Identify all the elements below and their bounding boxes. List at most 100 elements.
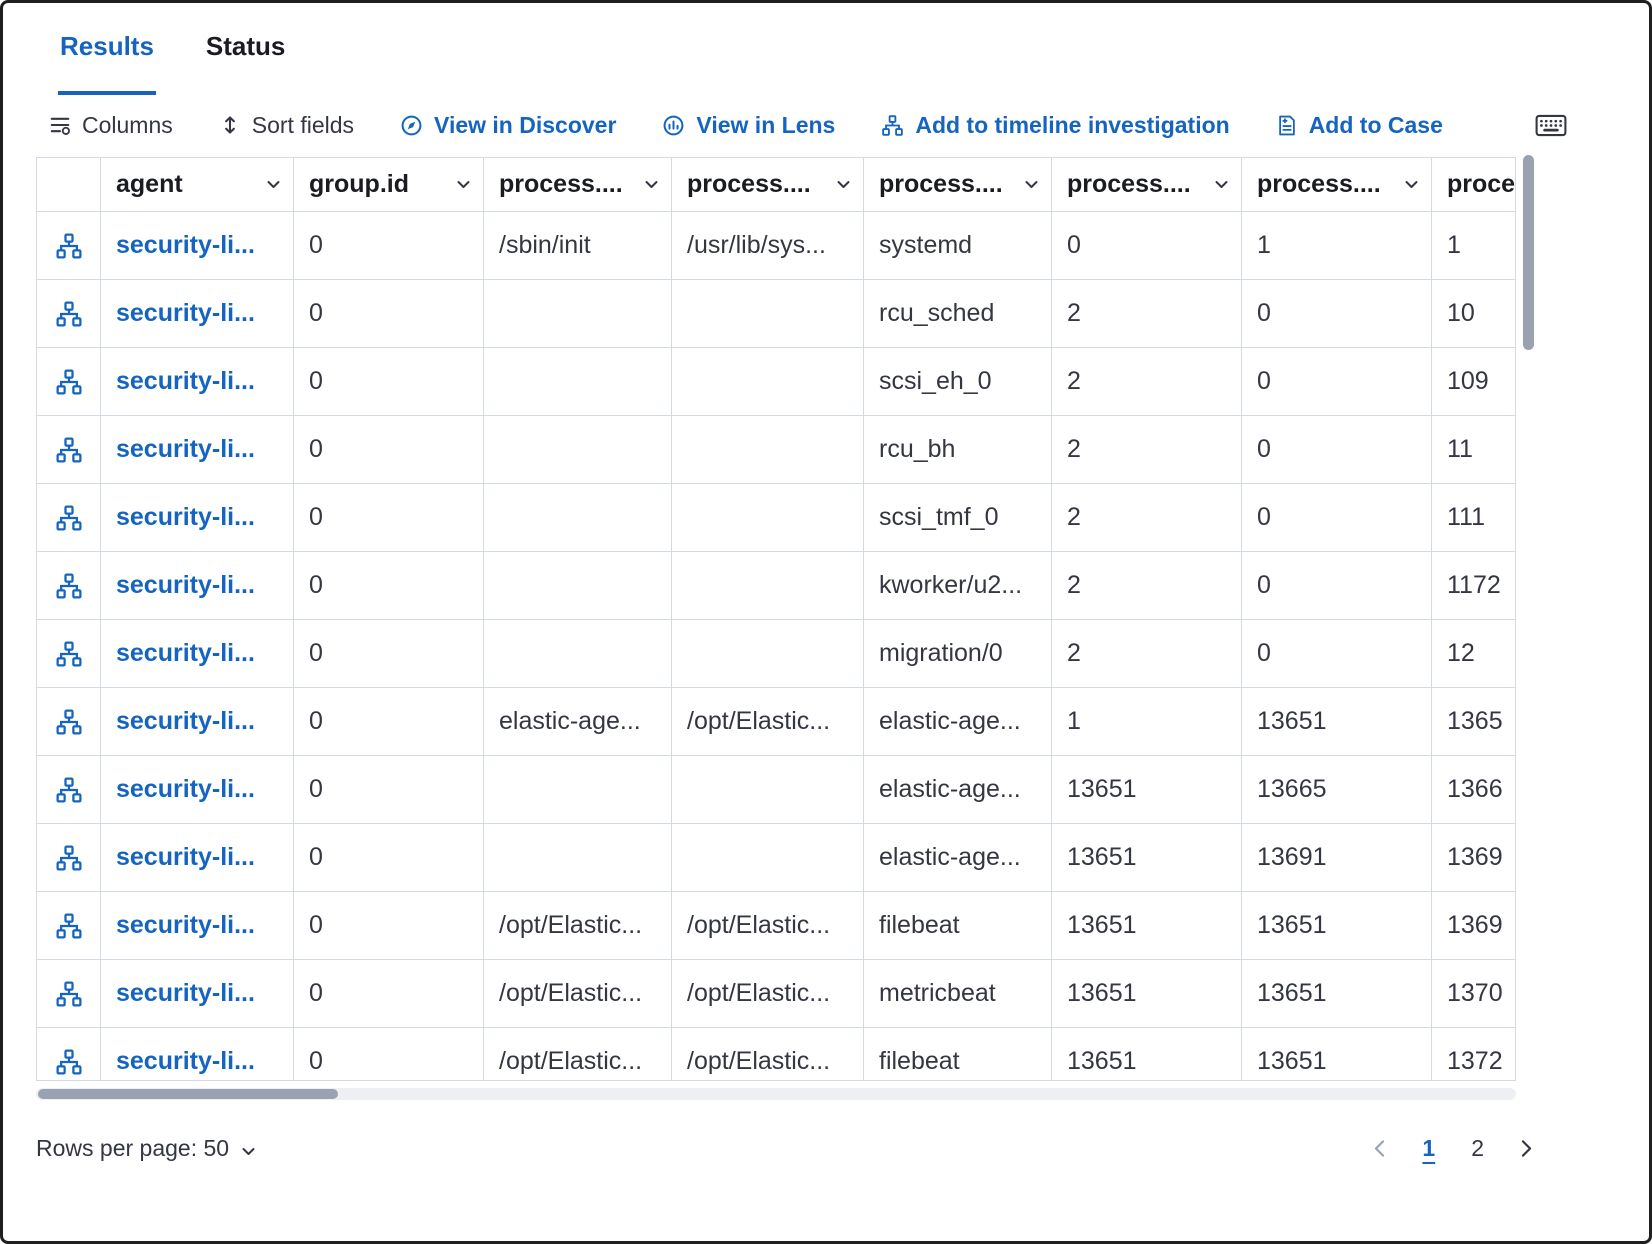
value-cell: 0 [294, 620, 484, 688]
analyze-event-button[interactable] [37, 484, 101, 552]
column-header-process-2[interactable]: process.... [672, 158, 864, 212]
analyze-event-button[interactable] [37, 688, 101, 756]
value-cell: metricbeat [864, 960, 1052, 1028]
add-to-timeline-label: Add to timeline investigation [915, 112, 1229, 139]
value-cell: 2 [1052, 552, 1242, 620]
value-cell: elastic-age... [864, 824, 1052, 892]
agent-cell: security-li... [101, 416, 294, 484]
previous-page-button[interactable] [1373, 1139, 1386, 1158]
value-cell: 0 [294, 484, 484, 552]
agent-link[interactable]: security-li... [116, 911, 255, 939]
value-cell: 1369 [1432, 892, 1516, 960]
chevron-down-icon[interactable] [644, 180, 659, 189]
add-to-timeline-button[interactable]: Add to timeline investigation [881, 112, 1229, 139]
value-cell: 1369 [1432, 824, 1516, 892]
sort-fields-button[interactable]: Sort fields [219, 112, 354, 139]
page-1-button[interactable]: 1 [1422, 1135, 1435, 1162]
chevron-down-icon[interactable] [1214, 180, 1229, 189]
view-in-discover-label: View in Discover [434, 112, 616, 139]
chevron-down-icon[interactable] [836, 180, 851, 189]
column-header-process-5[interactable]: process.... [1242, 158, 1432, 212]
value-cell: elastic-age... [484, 688, 672, 756]
agent-link[interactable]: security-li... [116, 775, 255, 803]
analyze-event-button[interactable] [37, 552, 101, 620]
value-cell: elastic-age... [864, 756, 1052, 824]
columns-icon [49, 114, 71, 136]
agent-link[interactable]: security-li... [116, 639, 255, 667]
columns-button[interactable]: Columns [49, 112, 173, 139]
column-header-process-1[interactable]: process.... [484, 158, 672, 212]
horizontal-scrollbar-thumb[interactable] [38, 1089, 338, 1099]
agent-cell: security-li... [101, 1028, 294, 1081]
value-cell: /opt/Elastic... [672, 688, 864, 756]
value-cell: 1 [1432, 212, 1516, 280]
agent-link[interactable]: security-li... [116, 503, 255, 531]
value-cell: scsi_eh_0 [864, 348, 1052, 416]
value-cell: 1366 [1432, 756, 1516, 824]
add-to-case-button[interactable]: Add to Case [1276, 112, 1443, 139]
keyboard-shortcuts-button[interactable] [1535, 114, 1567, 137]
value-cell: 0 [1242, 280, 1432, 348]
page-2-button[interactable]: 2 [1471, 1135, 1484, 1162]
value-cell [672, 824, 864, 892]
column-label: agent [116, 170, 183, 199]
value-cell: 0 [294, 892, 484, 960]
agent-link[interactable]: security-li... [116, 435, 255, 463]
value-cell: 0 [294, 688, 484, 756]
rows-per-page-button[interactable]: Rows per page: 50 [36, 1135, 256, 1162]
analyze-event-button[interactable] [37, 212, 101, 280]
vertical-scrollbar-thumb[interactable] [1523, 155, 1534, 350]
chevron-down-icon[interactable] [456, 180, 471, 189]
vertical-scrollbar[interactable] [1523, 153, 1534, 1073]
analyze-event-button[interactable] [37, 348, 101, 416]
analyze-event-button[interactable] [37, 620, 101, 688]
column-header-agent[interactable]: agent [101, 158, 294, 212]
column-header-process-4[interactable]: process.... [1052, 158, 1242, 212]
chevron-down-icon[interactable] [1024, 180, 1039, 189]
agent-link[interactable]: security-li... [116, 843, 255, 871]
agent-link[interactable]: security-li... [116, 231, 255, 259]
agent-link[interactable]: security-li... [116, 571, 255, 599]
chevron-down-icon [241, 1135, 256, 1162]
value-cell [672, 280, 864, 348]
value-cell: 0 [294, 280, 484, 348]
value-cell: 0 [294, 960, 484, 1028]
agent-link[interactable]: security-li... [116, 979, 255, 1007]
column-header-process-3[interactable]: process.... [864, 158, 1052, 212]
value-cell: /opt/Elastic... [484, 892, 672, 960]
tab-status[interactable]: Status [204, 31, 287, 95]
value-cell: rcu_bh [864, 416, 1052, 484]
agent-cell: security-li... [101, 688, 294, 756]
analyze-event-button[interactable] [37, 280, 101, 348]
value-cell: 13651 [1052, 756, 1242, 824]
agent-link[interactable]: security-li... [116, 1047, 255, 1075]
value-cell: 0 [1052, 212, 1242, 280]
agent-cell: security-li... [101, 960, 294, 1028]
value-cell: 11 [1432, 416, 1516, 484]
column-header-group-id[interactable]: group.id [294, 158, 484, 212]
analyze-event-button[interactable] [37, 1028, 101, 1081]
agent-link[interactable]: security-li... [116, 707, 255, 735]
rows-per-page-label: Rows per page: 50 [36, 1135, 229, 1162]
analyze-event-button[interactable] [37, 756, 101, 824]
agent-link[interactable]: security-li... [116, 367, 255, 395]
table-row: security-li...0rcu_sched2010 [37, 280, 1515, 348]
value-cell: scsi_tmf_0 [864, 484, 1052, 552]
horizontal-scrollbar[interactable] [36, 1088, 1516, 1100]
column-header-process-6[interactable]: proce [1432, 158, 1516, 212]
value-cell [484, 756, 672, 824]
view-in-discover-button[interactable]: View in Discover [400, 112, 616, 139]
chevron-down-icon[interactable] [266, 180, 281, 189]
analyze-event-button[interactable] [37, 892, 101, 960]
analyze-event-button[interactable] [37, 824, 101, 892]
analyze-event-button[interactable] [37, 960, 101, 1028]
next-page-button[interactable] [1520, 1139, 1533, 1158]
analyze-event-button[interactable] [37, 416, 101, 484]
view-in-lens-button[interactable]: View in Lens [662, 112, 835, 139]
value-cell: 2 [1052, 416, 1242, 484]
value-cell: 2 [1052, 620, 1242, 688]
tab-results[interactable]: Results [58, 31, 156, 95]
agent-link[interactable]: security-li... [116, 299, 255, 327]
chevron-down-icon[interactable] [1404, 180, 1419, 189]
value-cell: /usr/lib/sys... [672, 212, 864, 280]
